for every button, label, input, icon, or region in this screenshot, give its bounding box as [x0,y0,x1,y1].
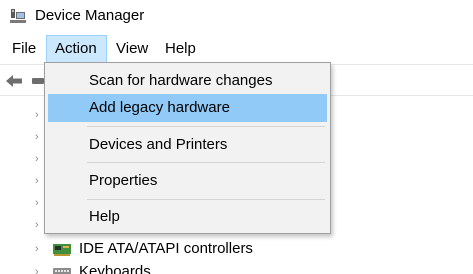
chevron-right-icon[interactable]: › [35,174,39,188]
menu-file[interactable]: File [4,35,44,63]
menu-separator [87,162,325,163]
menu-help[interactable]: Help [157,35,204,63]
menu-item-scan-hardware[interactable]: Scan for hardware changes [48,67,327,95]
device-manager-icon [10,9,26,23]
tree-item-label: IDE ATA/ATAPI controllers [79,240,253,257]
menu-bar: File Action View Help [0,35,473,63]
menu-item-properties[interactable]: Properties [48,167,327,195]
tree-item-label: Keyboards [79,263,151,274]
back-arrow-icon[interactable] [5,73,23,89]
tree-row-ide-controllers[interactable]: › IDE ATA/ATAPI controllers [0,238,473,260]
chevron-right-icon[interactable]: › [35,242,39,256]
menu-action[interactable]: Action [46,35,107,63]
chevron-right-icon[interactable]: › [35,196,39,210]
menu-separator [87,199,325,200]
keyboard-icon [53,268,71,274]
menu-item-add-legacy-hardware[interactable]: Add legacy hardware [48,94,327,122]
chevron-right-icon[interactable]: › [35,130,39,144]
title-bar: Device Manager [0,0,473,34]
window-title: Device Manager [35,7,145,24]
chevron-right-icon[interactable]: › [35,152,39,166]
menu-item-help[interactable]: Help [48,203,327,231]
menu-item-devices-printers[interactable]: Devices and Printers [48,131,327,159]
chevron-right-icon[interactable]: › [35,265,39,274]
chevron-right-icon[interactable]: › [35,218,39,232]
tree-row-keyboards[interactable]: › Keyboards [0,261,473,274]
ide-controller-icon [53,244,71,256]
chevron-right-icon[interactable]: › [35,108,39,122]
menu-separator [87,126,325,127]
menu-view[interactable]: View [108,35,156,63]
action-dropdown-menu: Scan for hardware changes Add legacy har… [44,62,331,234]
